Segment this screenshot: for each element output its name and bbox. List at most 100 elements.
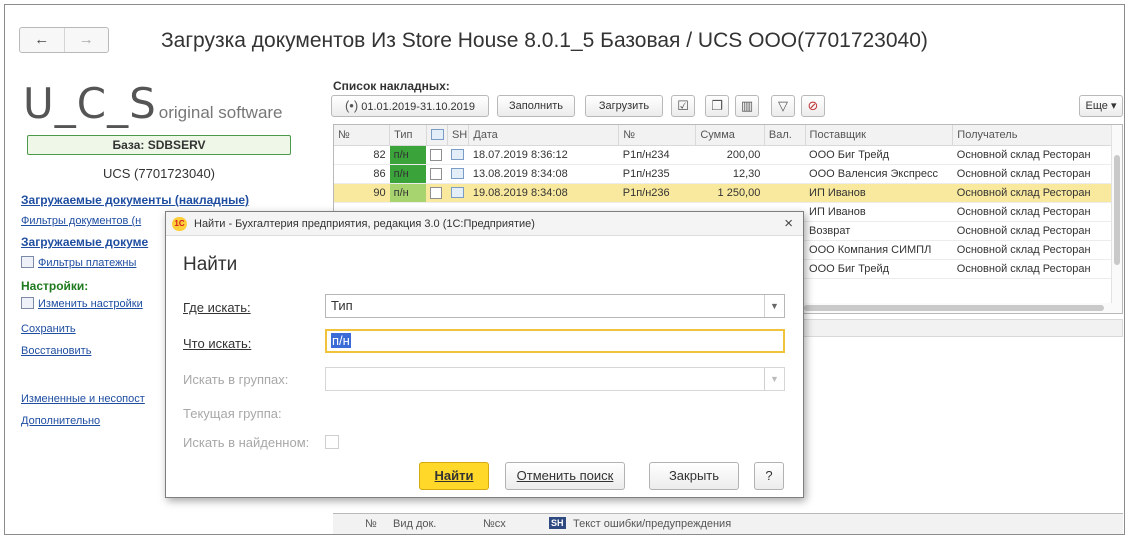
copy-button[interactable]: ❐ (705, 95, 729, 117)
row-checkbox[interactable] (430, 186, 443, 199)
page-title: Загрузка документов Из Store House 8.0.1… (161, 29, 928, 52)
cell-checkbox[interactable] (426, 183, 448, 203)
dialog-titlebar: 1С Найти - Бухгалтерия предприятия, реда… (166, 212, 803, 236)
close-button[interactable]: Закрыть (649, 462, 739, 490)
link-changed-unmatched[interactable]: Измененные и несопост (21, 393, 145, 405)
table-row-selected[interactable]: 90 п/н 19.08.2019 8:34:08 Р1п/н236 1 250… (334, 183, 1114, 203)
logo-sub-text: original software (158, 103, 283, 122)
cell-num: 82 (334, 145, 390, 165)
cell-date: 19.08.2019 8:34:08 (468, 183, 619, 203)
document-icon (451, 149, 465, 161)
link-loaded-documents[interactable]: Загружаемые документы (накладные) (21, 193, 249, 207)
logo-main-text: U_C_S (23, 79, 157, 128)
check-all-icon: ☑ (677, 98, 689, 113)
cell-checkbox[interactable] (426, 164, 448, 184)
vertical-scrollbar[interactable] (1111, 125, 1122, 313)
columns-button[interactable]: ▥ (735, 95, 759, 117)
link-loaded-documents-2[interactable]: Загружаемые докуме (21, 235, 148, 249)
link-payment-filters-label: Фильтры платежны (38, 257, 137, 269)
dialog-heading: Найти (183, 254, 238, 275)
invoice-list-label: Список накладных: (333, 79, 450, 93)
fill-button[interactable]: Заполнить (497, 95, 575, 117)
settings-header: Настройки: (21, 279, 89, 293)
cell-sh (447, 145, 469, 165)
chevron-down-icon: ▼ (764, 368, 784, 390)
clear-filter-icon: ⊘ (807, 98, 819, 113)
column-header[interactable]: № (334, 125, 391, 146)
help-button[interactable]: ? (754, 462, 784, 490)
cell-currency (764, 183, 806, 203)
link-restore[interactable]: Восстановить (21, 345, 91, 357)
cell-type: п/н (389, 183, 427, 203)
clear-filter-button[interactable]: ⊘ (801, 95, 825, 117)
company-name: UCS (7701723040) (102, 166, 216, 181)
column-header[interactable]: Тип (389, 125, 427, 146)
filter-button[interactable]: ▽ (771, 95, 795, 117)
column-header[interactable]: Дата (468, 125, 620, 146)
chevron-down-icon[interactable]: ▼ (764, 295, 784, 317)
link-additional[interactable]: Дополнительно (21, 415, 100, 427)
column-header[interactable]: Вал. (764, 125, 806, 146)
link-document-filters[interactable]: Фильтры документов (н (21, 215, 141, 227)
col-error-text[interactable]: Текст ошибки/предупреждения (573, 518, 731, 530)
close-icon[interactable]: × (784, 212, 793, 236)
row-checkbox[interactable] (430, 167, 443, 180)
vertical-scroll-thumb[interactable] (1114, 155, 1120, 265)
more-button[interactable]: Еще ▾ (1079, 95, 1123, 117)
col-doc-type[interactable]: Вид док. (393, 518, 436, 530)
groups-select: ▼ (325, 367, 785, 391)
column-header[interactable]: № (618, 125, 697, 146)
horizontal-scroll-thumb[interactable] (804, 305, 1104, 311)
cell-sh (447, 183, 469, 203)
cell-sum: 12,30 (695, 164, 765, 184)
table-header-row: № Тип SH Дата № Сумма Вал. Поставщик Пол… (334, 125, 1114, 146)
in-found-label: Искать в найденном: (183, 435, 310, 450)
ucs-logo: U_C_S original software (23, 79, 283, 131)
what-input[interactable]: п/н (325, 329, 785, 353)
period-button[interactable]: (•) 01.01.2019-31.10.2019 (331, 95, 489, 117)
cell-checkbox[interactable] (426, 145, 448, 165)
main-window: ← → Загрузка документов Из Store House 8… (4, 4, 1125, 535)
col-sh-number[interactable]: №сх (483, 518, 506, 530)
back-arrow-icon[interactable]: ← (20, 28, 64, 52)
in-found-checkbox[interactable] (325, 435, 339, 449)
cell-date: 13.08.2019 8:34:08 (468, 164, 619, 184)
column-header[interactable]: SH (447, 125, 470, 146)
cell-docno: Р1п/н235 (618, 164, 696, 184)
document-check-icon (451, 187, 465, 199)
find-button-label: Найти (434, 468, 474, 483)
cell-type: п/н (389, 164, 427, 184)
where-select[interactable]: Тип ▼ (325, 294, 785, 318)
check-all-button[interactable]: ☑ (671, 95, 695, 117)
column-header[interactable]: Поставщик (805, 125, 954, 146)
row-checkbox[interactable] (430, 148, 443, 161)
table-row[interactable]: 86 п/н 13.08.2019 8:34:08 Р1п/н235 12,30… (334, 164, 1114, 184)
column-header[interactable]: Получатель (952, 125, 1114, 146)
link-payment-filters[interactable]: Фильтры платежны (21, 256, 136, 269)
cell-supplier: Возврат (805, 221, 953, 241)
base-badge: База: SDBSERV (27, 135, 291, 155)
cell-supplier: ООО Валенсия Экспресс (805, 164, 953, 184)
cell-currency (764, 145, 806, 165)
find-button[interactable]: Найти (419, 462, 489, 490)
column-header-check[interactable] (426, 125, 448, 146)
col-num[interactable]: № (365, 518, 377, 530)
column-header[interactable]: Сумма (695, 125, 765, 146)
cell-receiver: Основной склад Ресторан (952, 164, 1114, 184)
where-label-text: Где искать: (183, 300, 251, 315)
1c-logo-icon: 1С (172, 217, 187, 231)
cell-num: 86 (334, 164, 390, 184)
cell-receiver: Основной склад Ресторан (952, 183, 1114, 203)
cell-sum: 200,00 (695, 145, 765, 165)
errors-table-header: № Вид док. №сх SH Текст ошибки/предупреж… (333, 513, 1123, 534)
cell-sh (447, 164, 469, 184)
forward-arrow-icon[interactable]: → (63, 28, 109, 52)
table-row[interactable]: 82 п/н 18.07.2019 8:36:12 Р1п/н234 200,0… (334, 145, 1114, 165)
cancel-search-button[interactable]: Отменить поиск (505, 462, 625, 490)
period-value: 01.01.2019-31.10.2019 (361, 101, 476, 113)
cell-currency (764, 164, 806, 184)
link-save[interactable]: Сохранить (21, 323, 76, 335)
load-button[interactable]: Загрузить (585, 95, 663, 117)
cell-num: 90 (334, 183, 390, 203)
link-change-settings[interactable]: Изменить настройки (21, 297, 143, 310)
